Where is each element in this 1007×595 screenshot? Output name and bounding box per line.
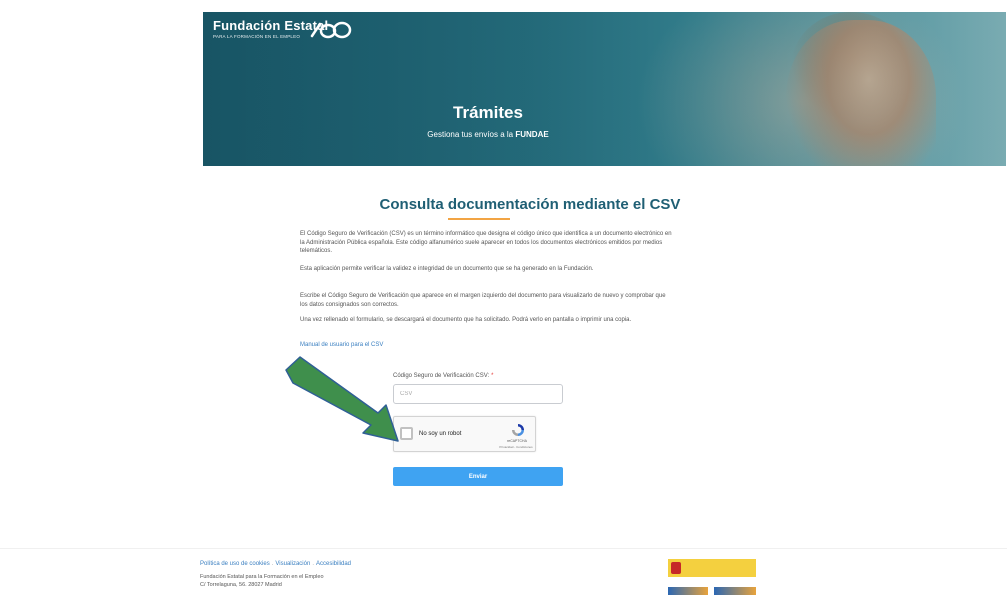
recaptcha-terms-link[interactable]: Privacidad - Condiciones (497, 445, 535, 449)
csv-field-label: Código Seguro de Verificación CSV: * (393, 373, 494, 379)
accessibility-badge-wai (714, 587, 756, 595)
coat-of-arms-icon (671, 562, 681, 574)
hero-banner: Fundación Estatal PARA LA FORMACIÓN EN E… (203, 12, 1006, 166)
hero-subtitle-text: Gestiona tus envíos a la (427, 130, 516, 139)
accessibility-badge-aa (668, 587, 708, 595)
recaptcha-label: No soy un robot (419, 431, 462, 437)
footer-org-name: Fundación Estatal para la Formación en e… (200, 574, 324, 580)
intro-paragraph-3: Escribe el Código Seguro de Verificación… (300, 293, 666, 308)
footer-separator (0, 548, 1007, 549)
recaptcha-brand: reCAPTCHA (507, 439, 527, 443)
hero-title: Trámites (453, 103, 523, 122)
footer-link-cookies[interactable]: Política de uso de cookies (200, 561, 270, 567)
intro-paragraph-1: El Código Seguro de Verificación (CSV) e… (300, 231, 672, 255)
footer-link-visualizacion[interactable]: Visualización (275, 561, 310, 567)
recaptcha-icon (512, 424, 524, 436)
hero-subtitle: Gestiona tus envíos a la FUNDAE (203, 130, 773, 139)
recaptcha-widget: No soy un robot reCAPTCHA Privacidad - C… (393, 416, 536, 452)
csv-input[interactable] (393, 384, 563, 404)
page-title: Consulta documentación mediante el CSV (379, 196, 681, 213)
logo-mark-icon (310, 21, 352, 39)
intro-paragraph-2: Esta aplicación permite verificar la val… (300, 266, 594, 272)
user-manual-link[interactable]: Manual de usuario para el CSV (300, 342, 383, 348)
hero-subtitle-brand: FUNDAE (515, 130, 549, 139)
required-mark: * (491, 373, 494, 379)
submit-button[interactable]: Enviar (393, 467, 563, 486)
annotation-arrow-icon (285, 356, 399, 442)
intro-paragraph-4: Una vez rellenado el formulario, se desc… (300, 317, 632, 323)
footer-dot: . (271, 561, 274, 567)
title-underline (448, 218, 510, 220)
footer-link-accesibilidad[interactable]: Accesibilidad (316, 561, 351, 567)
csv-label-text: Código Seguro de Verificación CSV: (393, 373, 490, 379)
government-logo (668, 559, 756, 577)
footer-address: C/ Torrelaguna, 56. 28027 Madrid (200, 582, 282, 588)
footer-dot: . (312, 561, 314, 567)
footer-links: Política de uso de cookies. Visualización… (200, 561, 351, 567)
